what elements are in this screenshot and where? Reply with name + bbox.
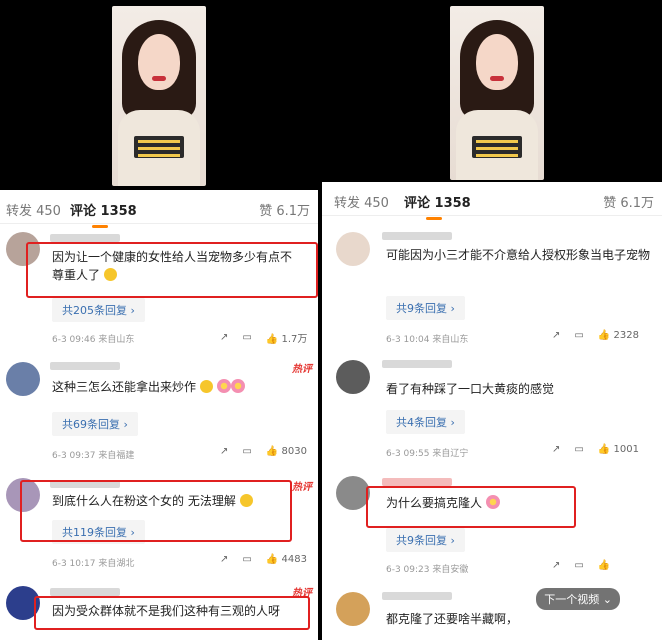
like-button[interactable]: 👍 1.7万 xyxy=(266,330,308,345)
tab-repost[interactable]: 转发 450 xyxy=(6,200,61,219)
tab-repost[interactable]: 转发 450 xyxy=(334,192,389,211)
video-thumbnail xyxy=(450,6,544,180)
left-screenshot: 转发 450 评论 1358 赞 6.1万 因为让一个健康的女性给人当宠物多少有… xyxy=(0,0,318,640)
username[interactable] xyxy=(50,362,120,370)
comment-actions: ↗ ▭ 👍 8030 xyxy=(220,446,307,457)
like-button[interactable]: 👍 xyxy=(598,560,610,571)
username[interactable] xyxy=(382,592,452,600)
comment-meta: 6-3 09:46 来自山东 xyxy=(52,335,135,345)
highlight-box xyxy=(26,242,318,298)
reply-icon[interactable]: ▭ xyxy=(574,560,583,571)
comment-actions: ↗ ▭ 👍 2328 xyxy=(552,330,639,341)
username[interactable] xyxy=(382,360,452,368)
avatar[interactable] xyxy=(336,360,370,394)
highlight-box xyxy=(20,480,292,542)
hot-badge: 热评 xyxy=(292,364,312,375)
tab-comments[interactable]: 评论 1358 xyxy=(404,192,471,220)
hot-badge: 热评 xyxy=(292,482,312,493)
share-icon[interactable]: ↗ xyxy=(220,446,228,457)
comment-text: 都克隆了还要啥半藏啊， xyxy=(386,612,519,626)
comment-actions: ↗ ▭ 👍 1001 xyxy=(552,444,639,455)
reply-count-link[interactable]: 共9条回复 › xyxy=(386,296,465,320)
share-icon[interactable]: ↗ xyxy=(552,444,560,455)
comment-actions: ↗ ▭ 👍 4483 xyxy=(220,554,307,565)
next-video-button[interactable]: 下一个视频 ⌄ xyxy=(536,588,620,610)
comment-text: 这种三怎么还能拿出来炒作 xyxy=(52,378,245,396)
video-thumbnail xyxy=(112,6,206,186)
like-button[interactable]: 👍 2328 xyxy=(598,330,639,341)
reply-icon[interactable]: ▭ xyxy=(574,330,583,341)
username[interactable] xyxy=(382,478,452,486)
flower-icon xyxy=(216,379,231,393)
comment-meta: 6-3 09:23 来自安徽 xyxy=(386,565,469,575)
emoji-icon xyxy=(199,380,213,393)
avatar[interactable] xyxy=(336,476,370,510)
comment-tabs: 转发 450 评论 1358 赞 6.1万 xyxy=(322,186,662,220)
share-icon[interactable]: ↗ xyxy=(220,332,228,343)
share-icon[interactable]: ↗ xyxy=(220,554,228,565)
like-total[interactable]: 赞 6.1万 xyxy=(603,192,654,211)
share-icon[interactable]: ↗ xyxy=(552,330,560,341)
tab-comments[interactable]: 评论 1358 xyxy=(70,200,137,228)
highlight-box xyxy=(34,596,310,630)
watermark: @八卦娱乐 xyxy=(597,616,652,629)
like-total[interactable]: 赞 6.1万 xyxy=(259,200,310,219)
reply-icon[interactable]: ▭ xyxy=(574,444,583,455)
comment-actions: ↗ ▭ 👍 1.7万 xyxy=(220,330,307,345)
reply-icon[interactable]: ▭ xyxy=(242,332,251,343)
reply-count-link[interactable]: 共4条回复 › xyxy=(386,410,465,434)
avatar[interactable] xyxy=(336,232,370,266)
comment-actions: ↗ ▭ 👍 xyxy=(552,560,610,571)
comment-meta: 6-3 09:37 来自福建 xyxy=(52,451,135,461)
reply-icon[interactable]: ▭ xyxy=(242,554,251,565)
video-player[interactable] xyxy=(322,0,662,182)
like-button[interactable]: 👍 4483 xyxy=(266,554,307,565)
share-icon[interactable]: ↗ xyxy=(552,560,560,571)
highlight-box xyxy=(366,486,576,528)
comment-text: 看了有种踩了一口大黄痰的感觉 xyxy=(386,382,555,396)
comment-meta: 6-3 09:55 来自辽宁 xyxy=(386,449,469,459)
flower-icon xyxy=(230,379,245,393)
video-player[interactable] xyxy=(0,0,318,190)
reply-count-link[interactable]: 共9条回复 › xyxy=(386,528,465,552)
avatar[interactable] xyxy=(336,592,370,626)
comment-text: 可能因为小三才能不介意给人授权形象当电子宠物 xyxy=(386,248,651,262)
comment-meta: 6-3 10:04 来自山东 xyxy=(386,335,469,345)
avatar[interactable] xyxy=(6,362,40,396)
right-screenshot: 转发 450 评论 1358 赞 6.1万 可能因为小三才能不介意给人授权形象当… xyxy=(322,0,662,640)
like-button[interactable]: 👍 8030 xyxy=(266,446,307,457)
comment-meta: 6-3 10:17 来自湖北 xyxy=(52,559,135,569)
username[interactable] xyxy=(50,234,120,242)
reply-icon[interactable]: ▭ xyxy=(242,446,251,457)
reply-count-link[interactable]: 共205条回复 › xyxy=(52,298,145,322)
username[interactable] xyxy=(50,588,120,596)
username[interactable] xyxy=(382,232,452,240)
like-button[interactable]: 👍 1001 xyxy=(598,444,639,455)
reply-count-link[interactable]: 共69条回复 › xyxy=(52,412,138,436)
comment-tabs: 转发 450 评论 1358 赞 6.1万 xyxy=(0,194,318,228)
